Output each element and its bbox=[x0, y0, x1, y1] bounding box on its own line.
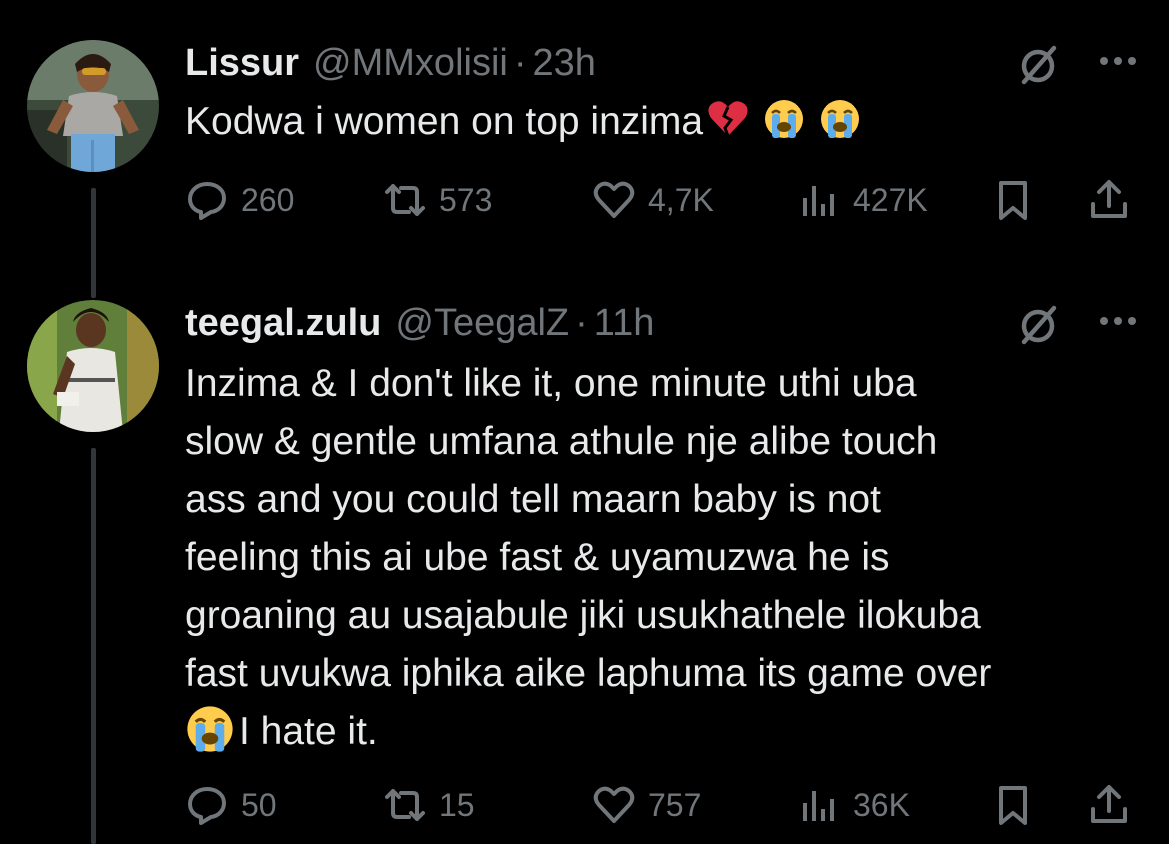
tweet-text: Kodwa i women on top inzima bbox=[185, 93, 1135, 151]
tweet-text-line: ass and you could tell maarn baby is not bbox=[185, 478, 881, 521]
avatar[interactable] bbox=[27, 300, 159, 432]
like-button[interactable]: 757 bbox=[592, 780, 701, 830]
bookmark-button[interactable] bbox=[991, 780, 1035, 830]
tweet-text-line: groaning au usajabule jiki usukhathele i… bbox=[185, 594, 981, 637]
views-icon bbox=[803, 791, 834, 821]
loudly-crying-face-icon bbox=[187, 706, 233, 752]
tweet-actions: 260 573 4,7K 427K bbox=[185, 175, 1145, 225]
separator-dot: · bbox=[513, 41, 527, 84]
repost-count: 15 bbox=[439, 786, 475, 823]
tweet-text-line: fast uvukwa iphika aike laphuma its game… bbox=[185, 652, 992, 695]
timestamp[interactable]: 11h bbox=[594, 302, 655, 345]
repost-icon bbox=[385, 789, 425, 821]
bookmark-icon bbox=[999, 786, 1027, 825]
tweet-text-line: slow & gentle umfana athule nje alibe to… bbox=[185, 420, 938, 463]
tweet-actions: 50 15 757 36K bbox=[185, 780, 1145, 830]
share-icon bbox=[1091, 180, 1127, 218]
more-options-icon[interactable] bbox=[1098, 55, 1138, 67]
reply-count: 50 bbox=[241, 786, 277, 823]
display-name[interactable]: teegal.zulu bbox=[185, 302, 381, 345]
tweet-text-line-last: I hate it. bbox=[185, 703, 1135, 761]
view-count: 427K bbox=[853, 181, 928, 218]
repost-count: 573 bbox=[439, 181, 493, 218]
broken-heart-icon bbox=[708, 101, 748, 137]
views-button[interactable]: 36K bbox=[797, 780, 910, 830]
tweet-text-line: Kodwa i women on top inzima bbox=[185, 100, 704, 143]
tweet-1[interactable]: Lissur @MMxolisii · 23h Kodwa i women on… bbox=[0, 0, 1169, 250]
views-icon bbox=[803, 186, 834, 216]
user-handle[interactable]: @TeegalZ bbox=[395, 302, 569, 345]
heart-icon bbox=[593, 181, 635, 218]
heart-icon bbox=[593, 786, 635, 823]
timestamp[interactable]: 23h bbox=[533, 42, 596, 85]
bookmark-button[interactable] bbox=[991, 175, 1035, 225]
bookmark-icon bbox=[999, 181, 1027, 220]
tweet-text-tail: I hate it. bbox=[239, 710, 378, 753]
repost-icon bbox=[385, 184, 425, 216]
tweet-header: Lissur @MMxolisii · 23h bbox=[185, 38, 596, 88]
loudly-crying-face-icon bbox=[765, 100, 804, 138]
repost-button[interactable]: 573 bbox=[383, 175, 492, 225]
more-options-icon[interactable] bbox=[1098, 315, 1138, 327]
like-button[interactable]: 4,7K bbox=[592, 175, 714, 225]
reply-icon bbox=[188, 787, 226, 825]
share-button[interactable] bbox=[1087, 175, 1131, 225]
reply-button[interactable]: 50 bbox=[185, 780, 277, 830]
avatar[interactable] bbox=[27, 40, 159, 172]
loudly-crying-face-icon bbox=[821, 100, 860, 138]
grok-icon[interactable] bbox=[1016, 42, 1060, 86]
repost-button[interactable]: 15 bbox=[383, 780, 475, 830]
views-button[interactable]: 427K bbox=[797, 175, 928, 225]
display-name[interactable]: Lissur bbox=[185, 42, 299, 85]
view-count: 36K bbox=[853, 786, 910, 823]
share-icon bbox=[1091, 785, 1127, 823]
separator-dot: · bbox=[575, 301, 588, 344]
user-handle[interactable]: @MMxolisii bbox=[313, 42, 508, 85]
grok-icon[interactable] bbox=[1016, 302, 1060, 346]
reply-button[interactable]: 260 bbox=[185, 175, 294, 225]
tweet-text-line: Inzima & I don't like it, one minute uth… bbox=[185, 362, 917, 405]
reply-count: 260 bbox=[241, 181, 295, 218]
tweet-header: teegal.zulu @TeegalZ · 11h bbox=[185, 298, 654, 348]
tweet-2[interactable]: teegal.zulu @TeegalZ · 11h Inzima & I do… bbox=[0, 250, 1169, 844]
tweet-text-line: feeling this ai ube fast & uyamuzwa he i… bbox=[185, 536, 890, 579]
tweet-text: Inzima & I don't like it, one minute uth… bbox=[185, 355, 1135, 761]
share-button[interactable] bbox=[1087, 780, 1131, 830]
like-count: 4,7K bbox=[648, 181, 714, 218]
like-count: 757 bbox=[648, 786, 702, 823]
reply-icon bbox=[188, 182, 226, 220]
